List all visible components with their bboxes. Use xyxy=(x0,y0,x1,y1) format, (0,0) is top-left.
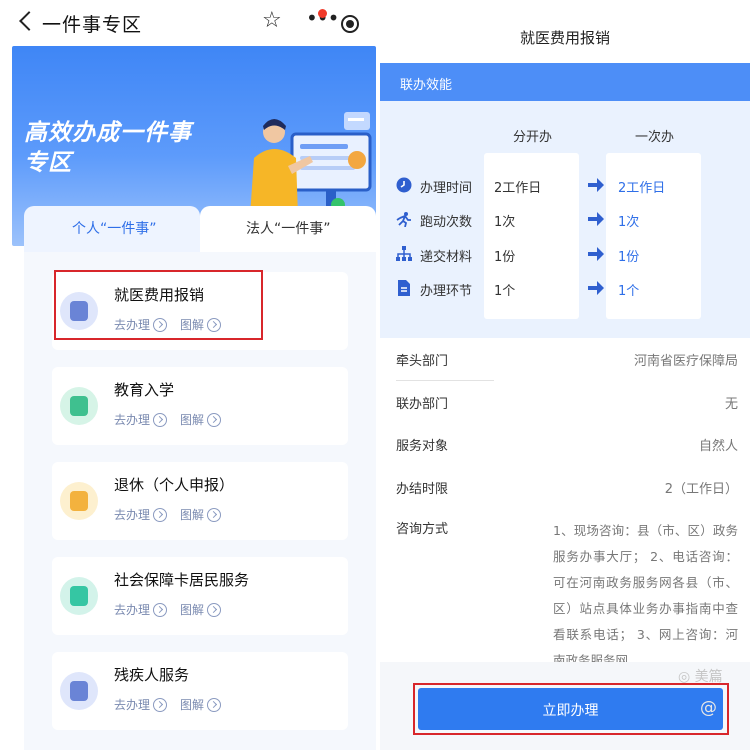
social-card-icon xyxy=(60,577,98,615)
diagram-link[interactable]: 图解 xyxy=(180,696,222,713)
star-icon[interactable]: ☆ xyxy=(262,10,282,32)
tab-personal[interactable]: 个人“一件事” xyxy=(24,206,200,252)
arrow-circle-icon xyxy=(153,507,168,522)
arrow-right-icon xyxy=(588,212,604,226)
go-handle-link[interactable]: 去办理 xyxy=(114,506,168,523)
arrow-circle-icon xyxy=(207,507,222,522)
arrow-circle-icon xyxy=(153,697,168,712)
service-title: 社会保障卡居民服务 xyxy=(114,571,250,589)
compare-row: 办理环节 1个 1个 xyxy=(380,274,750,308)
page-title: 一件事专区 xyxy=(42,14,143,36)
document-icon xyxy=(398,280,410,296)
compare-row: 办理时间 2工作日 2工作日 xyxy=(380,171,750,205)
running-icon xyxy=(396,212,411,227)
service-card-social-security[interactable]: 社会保障卡居民服务 去办理 图解 xyxy=(52,557,348,635)
diagram-link[interactable]: 图解 xyxy=(180,601,222,618)
section-header: 联办效能 xyxy=(380,63,750,101)
clock-icon xyxy=(396,177,412,193)
compare-row: 跑动次数 1次 1次 xyxy=(380,205,750,239)
tab-personal-label: 个人“一件事” xyxy=(72,221,157,237)
col-once-header: 一次办 xyxy=(635,130,675,145)
service-card-disability[interactable]: 残疾人服务 去办理 图解 xyxy=(52,652,348,730)
banner-title: 高效办成一件事 专区 xyxy=(24,120,192,176)
go-handle-link[interactable]: 去办理 xyxy=(114,411,168,428)
section-title: 联办效能 xyxy=(400,78,453,93)
org-chart-icon xyxy=(396,246,412,261)
arrow-circle-icon xyxy=(153,602,168,617)
education-icon xyxy=(60,387,98,425)
right-panel: 就医费用报销 联办效能 分开办 一次办 办理时间 2工作日 2工作日 跑动次数 … xyxy=(380,0,750,750)
service-card-retirement[interactable]: 退休（个人申报） 去办理 图解 xyxy=(52,462,348,540)
consultation-text: 1、现场咨询：县（市、区）政务服务办事大厅； 2、电话咨询：可在河南政务服务网各… xyxy=(553,523,738,668)
tab-legal-person[interactable]: 法人“一件事” xyxy=(200,206,376,252)
arrow-right-icon xyxy=(588,178,604,192)
retirement-icon xyxy=(60,482,98,520)
arrow-circle-icon xyxy=(207,412,222,427)
go-handle-link[interactable]: 去办理 xyxy=(114,696,168,713)
back-icon[interactable] xyxy=(19,11,39,31)
efficiency-comparison: 分开办 一次办 办理时间 2工作日 2工作日 跑动次数 1次 1次 递交材料 1… xyxy=(380,101,750,338)
go-handle-link[interactable]: 去办理 xyxy=(114,601,168,618)
notification-dot xyxy=(318,9,327,18)
diagram-link[interactable]: 图解 xyxy=(180,506,222,523)
tab-legal-person-label: 法人“一件事” xyxy=(246,221,331,237)
arrow-right-icon xyxy=(588,247,604,261)
service-card-education[interactable]: 教育入学 去办理 图解 xyxy=(52,367,348,445)
highlight-box xyxy=(413,683,729,735)
arrow-circle-icon xyxy=(207,697,222,712)
detail-title: 就医费用报销 xyxy=(519,29,610,47)
divider xyxy=(396,380,494,381)
target-icon[interactable] xyxy=(341,15,359,33)
highlight-box xyxy=(54,270,263,340)
top-nav-bar: 一件事专区 ☆ ••• xyxy=(0,0,385,46)
disability-icon xyxy=(60,672,98,710)
service-title: 退休（个人申报） xyxy=(114,476,235,494)
arrow-circle-icon xyxy=(153,412,168,427)
arrow-circle-icon xyxy=(207,602,222,617)
col-separate-header: 分开办 xyxy=(513,130,553,145)
arrow-right-icon xyxy=(588,281,604,295)
diagram-link[interactable]: 图解 xyxy=(180,411,222,428)
service-title: 教育入学 xyxy=(114,381,175,399)
service-title: 残疾人服务 xyxy=(114,666,190,684)
compare-row: 递交材料 1份 1份 xyxy=(380,240,750,274)
left-panel: 一件事专区 ☆ ••• 高效办成一件事 专区 个人“一件事” 法人“一件事” 就… xyxy=(0,0,385,750)
